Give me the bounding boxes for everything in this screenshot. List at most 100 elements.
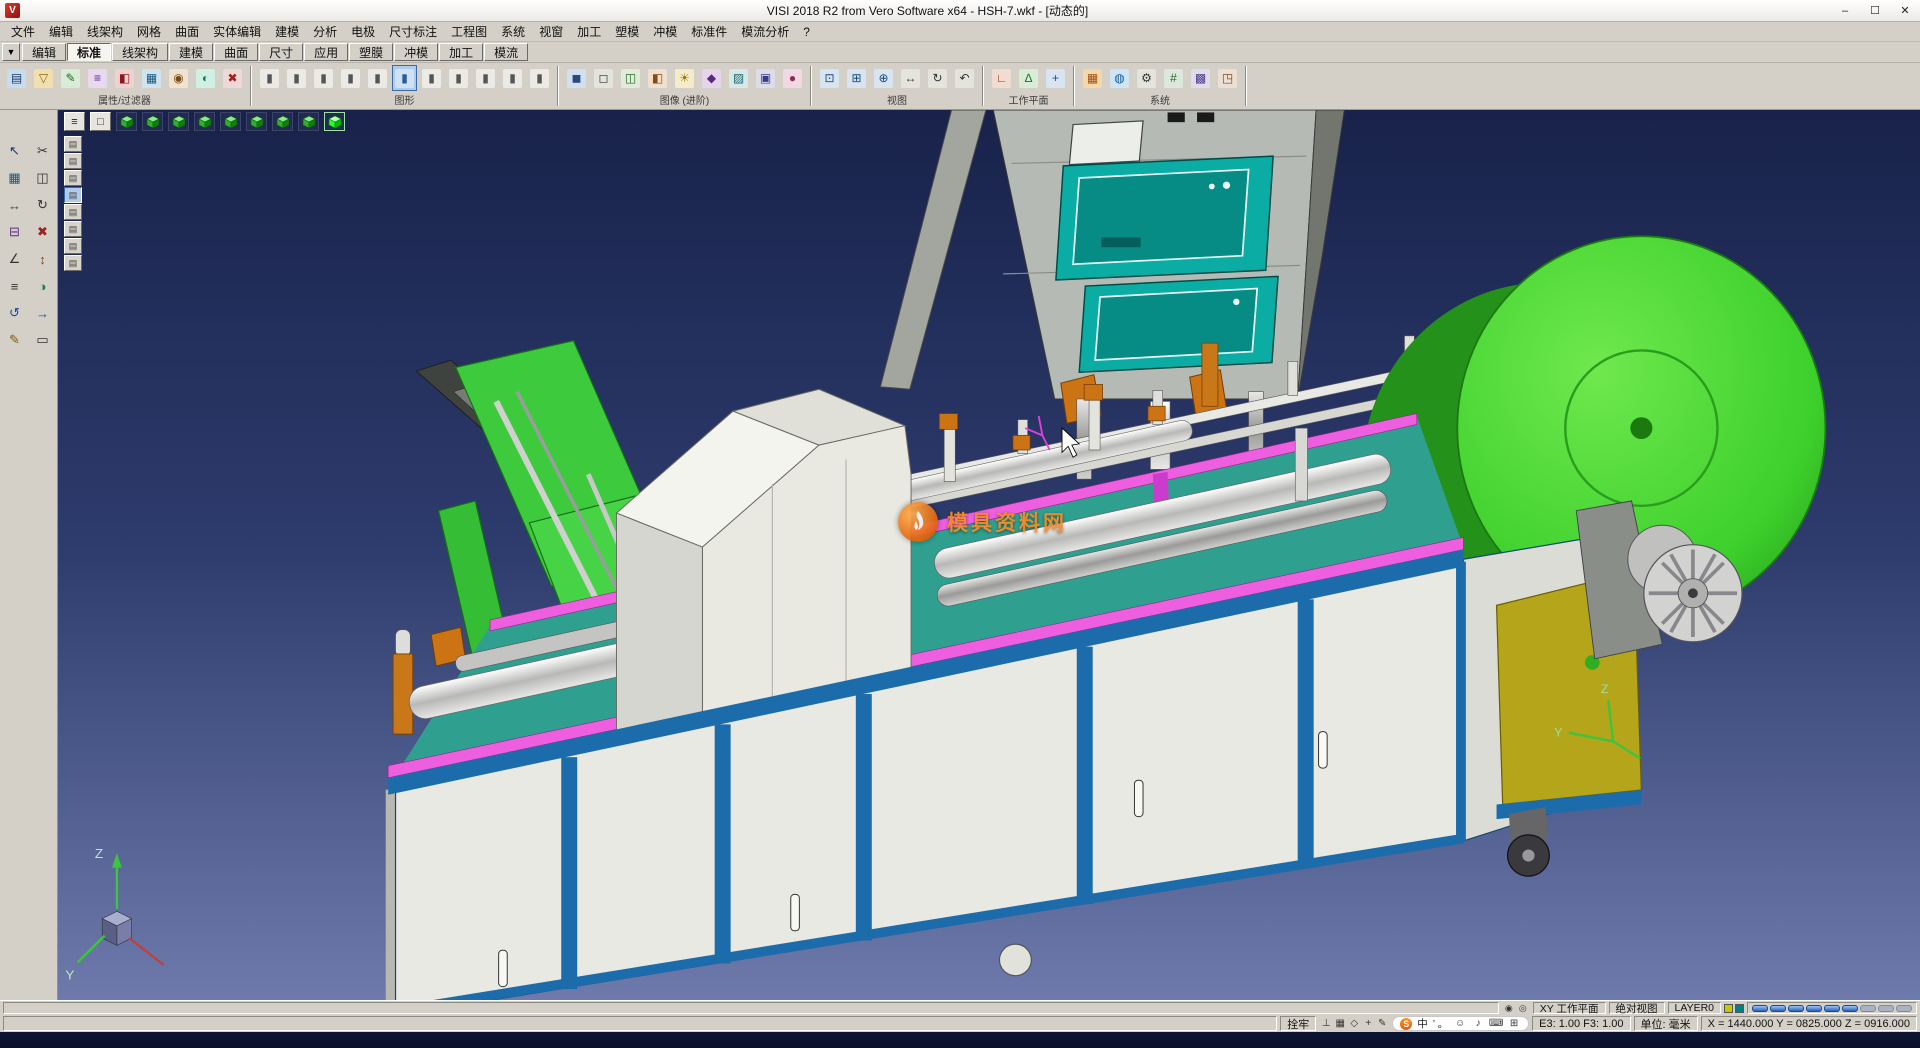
- graphics-icon-5[interactable]: ▮: [365, 65, 390, 91]
- tracking-icon[interactable]: +: [1361, 1017, 1375, 1031]
- snapshot-icon[interactable]: ▣: [753, 65, 778, 91]
- graphics-icon-6[interactable]: ▮: [392, 65, 417, 91]
- minimize-button[interactable]: –: [1830, 0, 1860, 21]
- layer-manager-icon[interactable]: ≡: [85, 65, 110, 91]
- clear-filter-icon[interactable]: ✖: [220, 65, 245, 91]
- tab[interactable]: 线架构: [112, 43, 168, 61]
- graphics-icon-3[interactable]: ▮: [311, 65, 336, 91]
- graphics-icon-7[interactable]: ▮: [419, 65, 444, 91]
- keyboard-icon[interactable]: ⌨: [1489, 1017, 1503, 1031]
- menu-item[interactable]: 标准件: [684, 21, 734, 42]
- side-tool-icon-3[interactable]: ▤: [64, 170, 82, 186]
- side-tool-icon-5[interactable]: ▤: [64, 204, 82, 220]
- menu-item[interactable]: 文件: [4, 21, 42, 42]
- viewport-3d[interactable]: Y Z Z Y: [58, 110, 1920, 1000]
- menu-item[interactable]: 尺寸标注: [382, 21, 444, 42]
- match-properties-icon[interactable]: ✎: [58, 65, 83, 91]
- close-button[interactable]: ✕: [1890, 0, 1920, 21]
- graphics-icon-1[interactable]: ▮: [257, 65, 282, 91]
- menu-item[interactable]: 建模: [268, 21, 306, 42]
- menu-item[interactable]: 冲模: [646, 21, 684, 42]
- graphics-icon-11[interactable]: ▮: [527, 65, 552, 91]
- wireframe-view-icon[interactable]: ◻: [591, 65, 616, 91]
- osnap-icon[interactable]: ◇: [1347, 1017, 1361, 1031]
- mic-icon[interactable]: ♪: [1471, 1017, 1485, 1031]
- menu-item[interactable]: 分析: [306, 21, 344, 42]
- lighting-icon[interactable]: ☀: [672, 65, 697, 91]
- graphics-icon-4[interactable]: ▮: [338, 65, 363, 91]
- shaded-view-icon[interactable]: ◼: [564, 65, 589, 91]
- tab[interactable]: 曲面: [214, 43, 258, 61]
- ime-toolbox-icon[interactable]: ⊞: [1507, 1017, 1521, 1031]
- mirror-icon[interactable]: ◫: [30, 165, 56, 191]
- redo-icon[interactable]: →: [30, 300, 56, 326]
- status-target-icon[interactable]: ◎: [1516, 1002, 1530, 1014]
- tab[interactable]: 尺寸: [259, 43, 303, 61]
- menu-item[interactable]: 编辑: [42, 21, 80, 42]
- graphics-icon-9[interactable]: ▮: [473, 65, 498, 91]
- ortho-icon[interactable]: ⊥: [1319, 1017, 1333, 1031]
- move-icon[interactable]: ↔: [2, 192, 28, 218]
- ime-punctuation[interactable]: ’ 。: [1433, 1016, 1448, 1031]
- zoom-window-icon[interactable]: ⊡: [817, 65, 842, 91]
- graphics-icon-8[interactable]: ▮: [446, 65, 471, 91]
- menu-item[interactable]: 电极: [344, 21, 382, 42]
- pan-icon[interactable]: ↔: [898, 65, 923, 91]
- side-tool-icon-7[interactable]: ▤: [64, 238, 82, 254]
- globe-icon[interactable]: ◍: [1107, 65, 1132, 91]
- view-top-cube[interactable]: [116, 112, 137, 131]
- select-icon[interactable]: ↖: [2, 138, 28, 164]
- delete-icon[interactable]: ✖: [30, 219, 56, 245]
- view-front-cube[interactable]: [142, 112, 163, 131]
- selection-filter-icon[interactable]: ◐: [193, 65, 218, 91]
- grid-icon[interactable]: ▦: [2, 165, 28, 191]
- graphics-icon-10[interactable]: ▮: [500, 65, 525, 91]
- tab[interactable]: 标准: [67, 43, 111, 61]
- shade-toggle-icon[interactable]: ◑: [30, 273, 56, 299]
- undo-icon[interactable]: ↺: [2, 300, 28, 326]
- tab[interactable]: 加工: [439, 43, 483, 61]
- tab[interactable]: 塑膜: [349, 43, 393, 61]
- color-filter-icon[interactable]: ◧: [112, 65, 137, 91]
- layer-color-swatch[interactable]: [1735, 1004, 1744, 1013]
- offset-icon[interactable]: ⊟: [2, 219, 28, 245]
- view-menu-button[interactable]: ≡: [64, 112, 85, 131]
- profile-icon[interactable]: ◳: [1215, 65, 1240, 91]
- snap-mode-field[interactable]: 拴牢: [1280, 1016, 1316, 1031]
- side-tool-icon-8[interactable]: ▤: [64, 255, 82, 271]
- menu-item[interactable]: 模流分析: [734, 21, 796, 42]
- previous-view-icon[interactable]: ↶: [952, 65, 977, 91]
- rotate-icon[interactable]: ↻: [30, 192, 56, 218]
- grid-snap-status-icon[interactable]: ▦: [1333, 1017, 1347, 1031]
- maximize-button[interactable]: ☐: [1860, 0, 1890, 21]
- tab[interactable]: 应用: [304, 43, 348, 61]
- workplane-align-icon[interactable]: +: [1043, 65, 1068, 91]
- filter-funnel-icon[interactable]: ▽: [31, 65, 56, 91]
- workplane-xy-icon[interactable]: ∟: [989, 65, 1014, 91]
- section-view-icon[interactable]: ◧: [645, 65, 670, 91]
- menu-item[interactable]: 实体编辑: [206, 21, 268, 42]
- material-icon[interactable]: ◆: [699, 65, 724, 91]
- tab-dropdown-button[interactable]: ▼: [2, 43, 20, 61]
- dynamic-input-icon[interactable]: ✎: [1375, 1017, 1389, 1031]
- menu-item[interactable]: 曲面: [168, 21, 206, 42]
- zoom-fit-icon[interactable]: ⊞: [844, 65, 869, 91]
- view-iso-cube[interactable]: [272, 112, 293, 131]
- emoji-icon[interactable]: ☺: [1453, 1017, 1467, 1031]
- tab[interactable]: 冲模: [394, 43, 438, 61]
- ime-bar[interactable]: S 中 ’ 。 ☺♪⌨⊞: [1392, 1016, 1529, 1031]
- tab[interactable]: 编辑: [22, 43, 66, 61]
- notes-icon[interactable]: ▭: [30, 327, 56, 353]
- view-back-cube[interactable]: [220, 112, 241, 131]
- menu-item[interactable]: 工程图: [444, 21, 494, 42]
- view-bottom-cube[interactable]: [246, 112, 267, 131]
- attributes-icon[interactable]: ▤: [4, 65, 29, 91]
- zoom-in-icon[interactable]: ⊕: [871, 65, 896, 91]
- view-iso-back-cube[interactable]: [298, 112, 319, 131]
- desktop-taskbar-strip[interactable]: [0, 1032, 1920, 1048]
- visibility-filter-icon[interactable]: ◉: [166, 65, 191, 91]
- trim-scissors-icon[interactable]: ✂: [30, 138, 56, 164]
- measure-angle-icon[interactable]: ∠: [2, 246, 28, 272]
- dimension-icon[interactable]: ↕: [30, 246, 56, 272]
- tab[interactable]: 模流: [484, 43, 528, 61]
